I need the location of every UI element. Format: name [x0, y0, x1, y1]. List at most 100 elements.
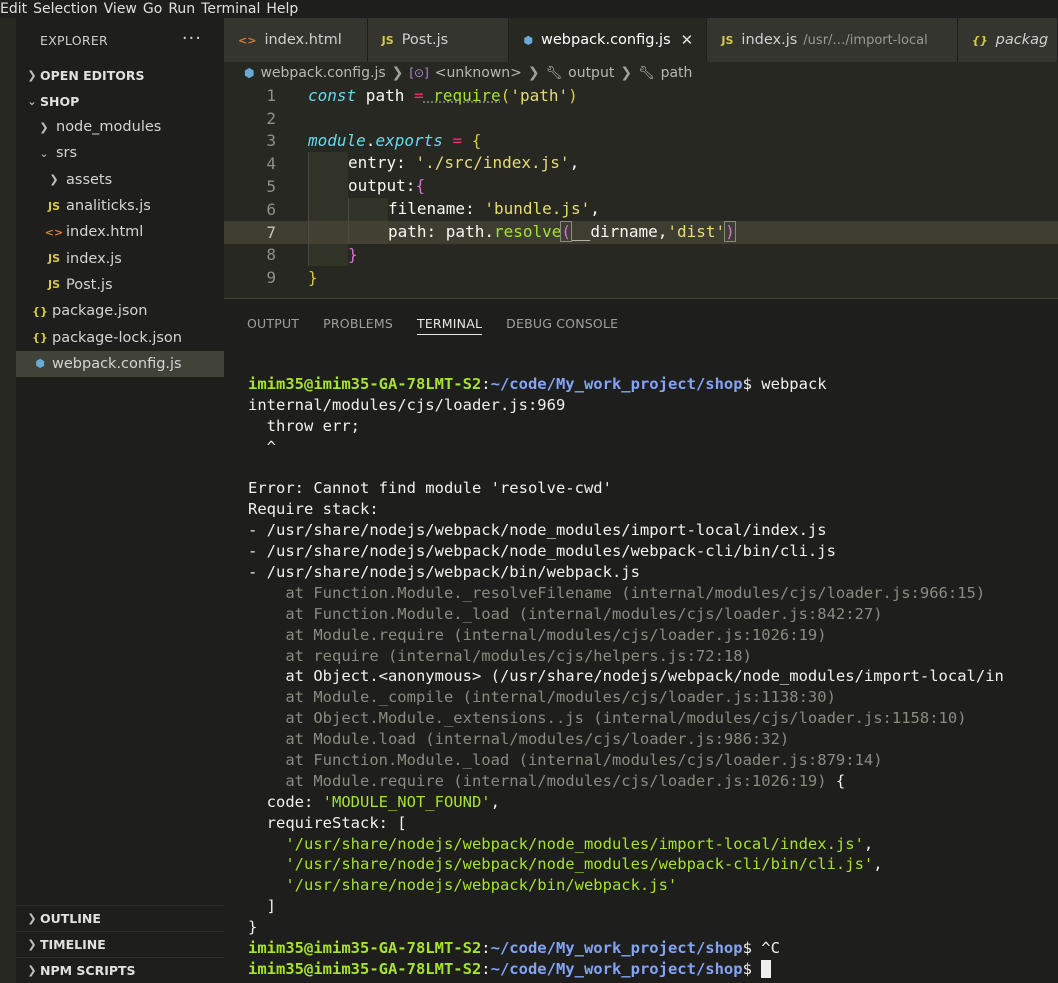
indent-guide: [308, 243, 348, 267]
tab-webpack-config-js[interactable]: ⬢ webpack.config.js ✕: [509, 18, 708, 62]
tab-index-html[interactable]: <> index.html: [224, 18, 368, 62]
editor-area: <> index.html JS Post.js ⬢ webpack.confi…: [224, 18, 1058, 983]
property: exports: [375, 131, 443, 151]
close-icon[interactable]: ✕: [681, 31, 694, 49]
tree-item-node-modules[interactable]: ❯ node_modules: [16, 114, 224, 140]
tree-item-package-json[interactable]: {} package.json: [16, 298, 224, 324]
tree-item-index-js[interactable]: JS index.js: [16, 245, 224, 271]
tree-item-webpack-config-js[interactable]: ⬢ webpack.config.js: [16, 350, 224, 377]
tree-item-post-js[interactable]: JS Post.js: [16, 272, 224, 298]
bottom-panel: OUTPUT PROBLEMS TERMINAL DEBUG CONSOLE i…: [224, 298, 1058, 983]
npm-scripts-section[interactable]: ❯ NPM SCRIPTS: [16, 957, 224, 983]
js-file-icon: JS: [47, 199, 60, 213]
code-text: filename: 'bundle.js',: [276, 197, 600, 221]
timeline-section[interactable]: ❯ TIMELINE: [16, 931, 224, 957]
terminal-output[interactable]: imim35@imim35-GA-78LMT-S2:~/code/My_work…: [248, 374, 1058, 980]
menu-run[interactable]: Run: [168, 0, 201, 18]
chevron-right-icon: ❯: [27, 68, 37, 82]
menu-selection[interactable]: Selection: [33, 0, 104, 18]
line-number: 5: [266, 177, 276, 197]
tree-item-label: Post.js: [66, 276, 113, 293]
tab-debug-console[interactable]: DEBUG CONSOLE: [506, 299, 618, 347]
tree-item-label: assets: [66, 171, 113, 188]
terminal-line: ^: [248, 437, 276, 456]
tab-package-json[interactable]: {} packag: [957, 18, 1058, 62]
open-editors-section[interactable]: ❯ OPEN EDITORS: [16, 62, 224, 88]
json-file-icon: {}: [32, 331, 48, 345]
code-editor[interactable]: 1 const path = require('path') 2 3 modul…: [224, 84, 1058, 290]
terminal-line: imim35@imim35-GA-78LMT-S2:~/code/My_work…: [248, 959, 1058, 980]
command: webpack: [751, 375, 827, 393]
tab-output[interactable]: OUTPUT: [247, 299, 299, 347]
menu-terminal[interactable]: Terminal: [201, 0, 266, 18]
prompt-separator: :: [481, 959, 491, 978]
tree-item-label: index.html: [66, 224, 144, 241]
menu-view[interactable]: View: [104, 0, 143, 18]
line-number: 3: [266, 131, 276, 151]
prompt-separator: :: [481, 375, 491, 393]
outline-section[interactable]: ❯ OUTLINE: [16, 905, 224, 931]
property: entry:: [348, 153, 416, 173]
outline-label: OUTLINE: [40, 911, 101, 926]
project-label: SHOP: [40, 93, 80, 109]
prompt-symbol: $: [742, 959, 752, 978]
prompt-path: ~/code/My_work_project/shop: [490, 375, 743, 393]
code-text: module.exports = {: [276, 131, 481, 150]
line-number: 7: [266, 222, 276, 242]
activity-bar: [0, 18, 16, 983]
terminal-line: requireStack: [: [248, 813, 407, 832]
terminal-line: internal/modules/cjs/loader.js:969: [248, 395, 566, 414]
webpack-file-icon: ⬢: [523, 33, 534, 47]
tree-item-index-html[interactable]: <> index.html: [16, 219, 224, 245]
prompt-user: imim35@imim35-GA-78LMT-S2: [248, 959, 482, 978]
tab-post-js[interactable]: JS Post.js: [367, 18, 510, 62]
code-line: 3 module.exports = {: [224, 130, 1058, 153]
project-section[interactable]: ⌄ SHOP: [16, 88, 224, 114]
identifier: module: [308, 131, 366, 151]
indent-guide: [308, 197, 348, 221]
breadcrumb: ⬢ webpack.config.js ❯ [⊙] <unknown> ❯ 🔧︎…: [224, 62, 1058, 84]
breadcrumb-path[interactable]: path: [661, 65, 693, 81]
stack-line: at Module.require (internal/modules/cjs/…: [248, 771, 1058, 792]
tree-item-assets[interactable]: ❯ assets: [16, 167, 224, 193]
tree-item-label: package-lock.json: [52, 329, 182, 346]
brace: {: [471, 131, 482, 151]
terminal-line: throw err;: [248, 416, 360, 435]
line-number: 9: [266, 268, 276, 288]
breadcrumb-scope[interactable]: <unknown>: [435, 65, 522, 81]
terminal-line: ]: [248, 897, 276, 916]
terminal-line: '/usr/share/nodejs/webpack/node_modules/…: [248, 834, 1058, 855]
stack-line: at Module.require (internal/modules/cjs/…: [248, 625, 827, 644]
tree-item-srs[interactable]: ⌄ srs: [16, 140, 224, 166]
sidebar-bottom-sections: ❯ OUTLINE ❯ TIMELINE ❯ NPM SCRIPTS: [16, 905, 224, 983]
js-file-icon: JS: [47, 278, 60, 292]
property: filename:: [388, 198, 485, 218]
terminal-line: - /usr/share/nodejs/webpack/node_modules…: [248, 521, 827, 540]
tree-item-label: index.js: [66, 250, 122, 267]
more-actions-icon[interactable]: ···: [182, 28, 202, 49]
menu-go[interactable]: Go: [143, 0, 168, 18]
stack-line: at require (internal/modules/cjs/helpers…: [248, 646, 752, 665]
string: './src/index.js': [415, 153, 570, 173]
js-file-icon: JS: [381, 33, 394, 47]
identifier: path: [356, 85, 414, 105]
menu-help[interactable]: Help: [266, 0, 304, 18]
tree-item-package-lock-json[interactable]: {} package-lock.json: [16, 324, 224, 350]
breadcrumb-file[interactable]: webpack.config.js: [260, 65, 385, 81]
tab-problems[interactable]: PROBLEMS: [323, 299, 393, 347]
code-text: entry: './src/index.js',: [276, 152, 579, 176]
tab-terminal[interactable]: TERMINAL: [416, 299, 483, 347]
tab-index-js-import-local[interactable]: JS index.js /usr/…/import-local: [707, 18, 958, 62]
code-line: 6 filename: 'bundle.js',: [224, 197, 1058, 221]
stack-line: at Object.<anonymous> (/usr/share/nodejs…: [248, 667, 1004, 686]
module-icon: [⊙]: [409, 66, 429, 80]
chevron-right-icon: ❯: [39, 120, 49, 134]
breadcrumb-output[interactable]: output: [568, 65, 614, 81]
tree-item-analiticks-js[interactable]: JS analiticks.js: [16, 193, 224, 219]
explorer-title: EXPLORER: [40, 32, 109, 48]
terminal-line: - /usr/share/nodejs/webpack/node_modules…: [248, 542, 836, 561]
indent-guide: [348, 220, 388, 244]
chevron-down-icon: ⌄: [39, 146, 49, 160]
menu-edit[interactable]: Edit: [0, 0, 33, 18]
